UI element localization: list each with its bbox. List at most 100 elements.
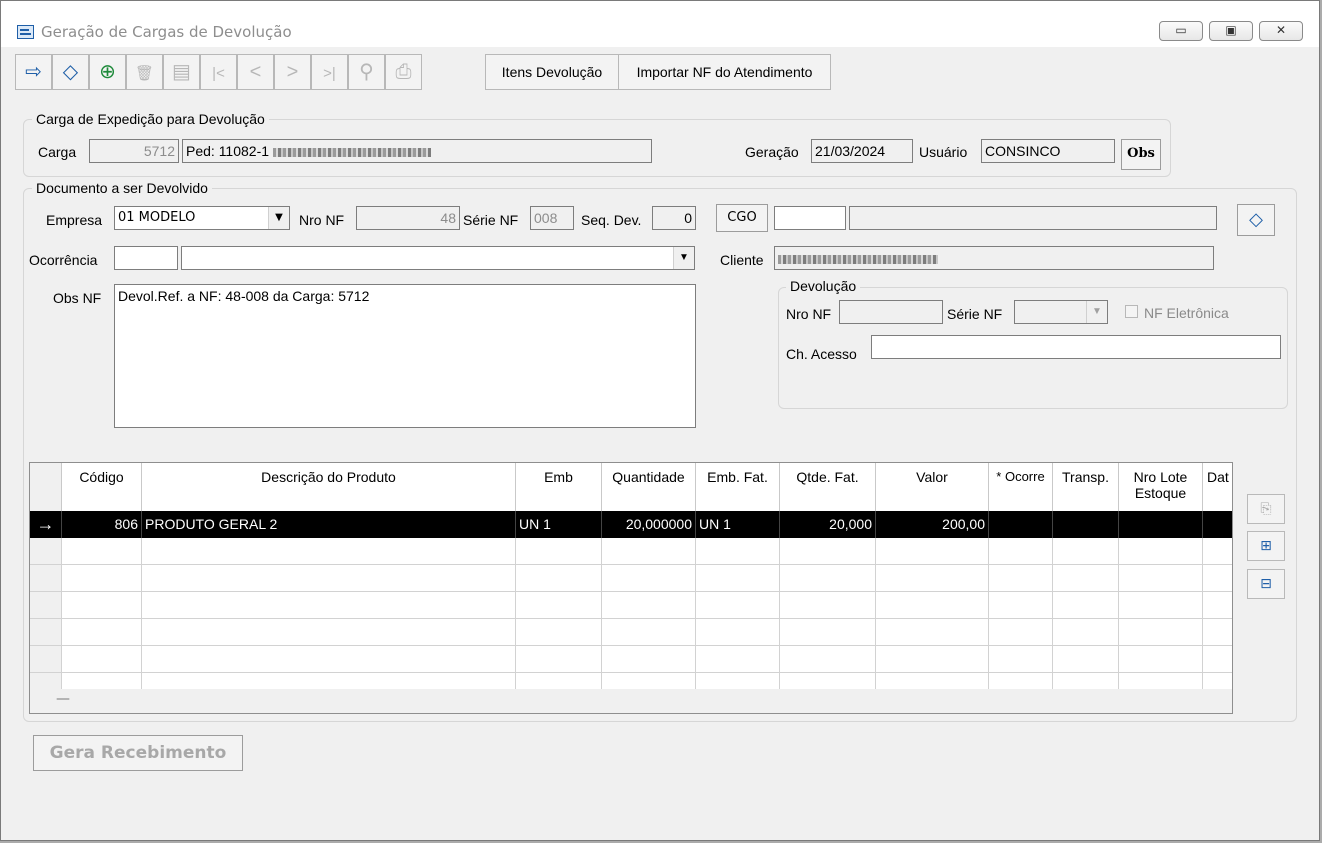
cgo-description-field[interactable] [849,206,1217,230]
cell-codigo[interactable] [62,565,142,591]
cell-lote[interactable] [1119,538,1203,564]
carga-field[interactable]: 5712 [89,139,179,163]
itens-devolucao-button[interactable]: Itens Devolução [485,54,619,90]
cell-qtde_fat[interactable] [780,538,876,564]
close-button[interactable]: ✕ [1259,21,1303,41]
cell-valor[interactable] [876,538,989,564]
header-quantidade[interactable]: Quantidade [602,463,696,511]
cell-ocorre[interactable] [989,538,1053,564]
cell-emb_fat[interactable] [696,538,780,564]
cell-quantidade[interactable] [602,565,696,591]
table-row[interactable] [30,538,1232,565]
cell-descricao[interactable]: PRODUTO GERAL 2 [142,511,516,538]
cell-descricao[interactable] [142,565,516,591]
cell-transp[interactable] [1053,592,1119,618]
items-grid[interactable]: Código Descrição do Produto Emb Quantida… [29,462,1233,714]
eraser-button[interactable]: ◇ [52,54,89,90]
cell-emb_fat[interactable] [696,592,780,618]
cell-ocorre[interactable] [989,565,1053,591]
cgo-code-field[interactable] [774,206,846,230]
geracao-field[interactable]: 21/03/2024 [811,139,913,163]
usuario-field[interactable]: CONSINCO [981,139,1115,163]
add-row-button[interactable]: ⊞ [1247,531,1285,561]
cell-transp[interactable] [1053,619,1119,645]
save-button[interactable]: ▤ [163,54,200,90]
nf-eletronica-checkbox[interactable] [1125,305,1138,318]
ocorrencia-select[interactable]: ▼ [181,246,695,270]
header-ocorre[interactable]: * Ocorre [989,463,1053,511]
header-dat[interactable]: Dat [1203,463,1232,511]
cell-codigo[interactable] [62,619,142,645]
copy-button[interactable]: ⎘ [1247,494,1285,524]
cell-quantidade[interactable] [602,592,696,618]
importar-nf-button[interactable]: Importar NF do Atendimento [618,54,831,90]
cell-emb[interactable] [516,619,602,645]
cell-emb_fat[interactable] [696,646,780,672]
devolucao-nronf-field[interactable] [839,300,943,324]
pedido-field[interactable]: Ped: 11082-1 [182,139,652,163]
cell-emb_fat[interactable] [696,565,780,591]
previous-button[interactable]: < [237,54,274,90]
cell-valor[interactable] [876,619,989,645]
cell-emb[interactable] [516,646,602,672]
cell-indicator[interactable]: → [30,511,62,538]
chevron-down-icon[interactable]: ▼ [268,207,289,229]
next-button[interactable]: > [274,54,311,90]
nronf-field[interactable]: 48 [356,206,460,230]
cell-ocorre[interactable] [989,619,1053,645]
cell-descricao[interactable] [142,646,516,672]
ocorrencia-code-field[interactable] [114,246,178,270]
cell-dat[interactable] [1203,565,1232,591]
cell-valor[interactable] [876,565,989,591]
cell-ocorre[interactable] [989,646,1053,672]
cell-quantidade[interactable] [602,646,696,672]
cell-dat[interactable] [1203,511,1232,538]
maximize-button[interactable]: ▣ [1209,21,1253,41]
minimize-button[interactable]: ▭ [1159,21,1203,41]
obsnf-textarea[interactable]: Devol.Ref. a NF: 48-008 da Carga: 5712 [114,284,696,428]
cell-dat[interactable] [1203,646,1232,672]
cell-emb[interactable] [516,565,602,591]
header-descricao[interactable]: Descrição do Produto [142,463,516,511]
cell-lote[interactable] [1119,592,1203,618]
first-button[interactable]: |< [200,54,237,90]
cell-lote[interactable] [1119,511,1203,538]
cell-emb[interactable]: UN 1 [516,511,602,538]
cell-codigo[interactable] [62,538,142,564]
cell-indicator[interactable] [30,592,62,618]
cell-codigo[interactable] [62,592,142,618]
exit-button[interactable]: ⇨ [15,54,52,90]
cell-transp[interactable] [1053,565,1119,591]
cell-lote[interactable] [1119,565,1203,591]
clear-cgo-button[interactable]: ◇ [1237,204,1275,236]
cell-emb_fat[interactable]: UN 1 [696,511,780,538]
cell-descricao[interactable] [142,538,516,564]
remove-row-button[interactable]: ⊟ [1247,569,1285,599]
cell-qtde_fat[interactable] [780,592,876,618]
header-emb[interactable]: Emb [516,463,602,511]
table-row[interactable] [30,592,1232,619]
cell-descricao[interactable] [142,619,516,645]
cell-quantidade[interactable] [602,538,696,564]
search-button[interactable]: ⚲ [348,54,385,90]
cell-emb[interactable] [516,592,602,618]
header-codigo[interactable]: Código [62,463,142,511]
cell-ocorre[interactable] [989,592,1053,618]
cell-transp[interactable] [1053,646,1119,672]
cell-descricao[interactable] [142,592,516,618]
cell-lote[interactable] [1119,646,1203,672]
cell-indicator[interactable] [30,646,62,672]
cell-quantidade[interactable]: 20,000000 [602,511,696,538]
table-row[interactable] [30,619,1232,646]
serienf-field[interactable]: 008 [530,206,574,230]
cell-valor[interactable] [876,646,989,672]
cell-emb_fat[interactable] [696,619,780,645]
header-transp[interactable]: Transp. [1053,463,1119,511]
cell-qtde_fat[interactable] [780,565,876,591]
delete-button[interactable]: 🗑 [126,54,163,90]
cell-ocorre[interactable] [989,511,1053,538]
table-row[interactable] [30,565,1232,592]
chevron-down-icon[interactable]: ▼ [1086,301,1107,323]
cell-lote[interactable] [1119,619,1203,645]
devolucao-serie-select[interactable]: ▼ [1014,300,1108,324]
